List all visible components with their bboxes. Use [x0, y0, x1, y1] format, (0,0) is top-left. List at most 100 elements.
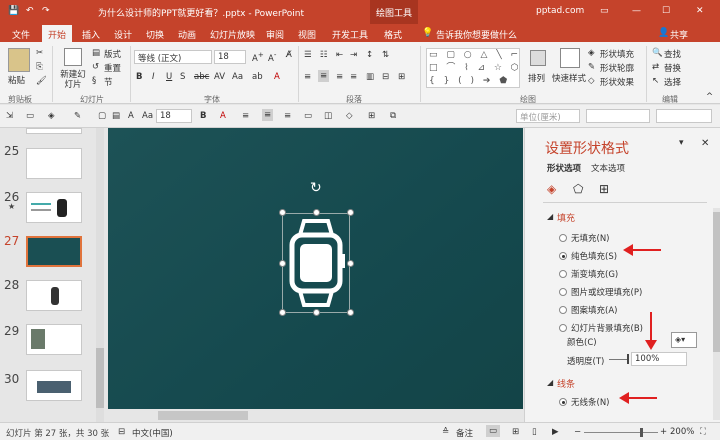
- spellcheck-icon[interactable]: ⊟: [118, 427, 125, 437]
- tab-animations[interactable]: 动画: [178, 28, 196, 41]
- maximize-button[interactable]: ☐: [662, 6, 670, 16]
- zoom-slider-thumb[interactable]: [640, 428, 643, 437]
- font-size-select[interactable]: 18: [214, 50, 246, 64]
- resize-handle[interactable]: [313, 209, 320, 216]
- minibar-effects-icon[interactable]: ◇: [346, 111, 353, 121]
- minibar-align-left-icon[interactable]: ≡: [242, 111, 249, 121]
- tab-review[interactable]: 审阅: [266, 28, 284, 41]
- share-button[interactable]: 共享: [670, 28, 688, 41]
- zoom-out-icon[interactable]: −: [574, 427, 581, 437]
- line-collapse-icon[interactable]: ◢: [547, 378, 553, 387]
- slide-canvas[interactable]: ↻: [108, 128, 523, 409]
- fill-bucket-icon[interactable]: ◈: [48, 111, 55, 121]
- tab-insert[interactable]: 插入: [82, 28, 100, 41]
- new-slide-icon[interactable]: [64, 48, 82, 66]
- smartart-icon[interactable]: ⊞: [398, 72, 405, 82]
- paste-icon[interactable]: [8, 48, 30, 72]
- ribbon-display-icon[interactable]: ▭: [600, 6, 609, 16]
- tab-slideshow[interactable]: 幻灯片放映: [210, 28, 255, 41]
- canvas-horizontal-scrollbar[interactable]: [108, 409, 523, 422]
- fill-section-header[interactable]: 填充: [557, 211, 575, 224]
- quick-styles-button[interactable]: 快速样式: [552, 72, 586, 84]
- radio-picture-fill[interactable]: [559, 288, 567, 296]
- transparency-slider-thumb[interactable]: [627, 354, 629, 364]
- radio-no-fill[interactable]: [559, 234, 567, 242]
- pane-close-button[interactable]: ✕: [701, 138, 709, 149]
- tab-file[interactable]: 文件: [12, 28, 30, 41]
- minibar-align-right-icon[interactable]: ≡: [284, 111, 291, 121]
- resize-handle[interactable]: [347, 309, 354, 316]
- tab-home[interactable]: 开始: [42, 25, 73, 42]
- option-solid-fill[interactable]: 纯色填充(S): [571, 250, 617, 262]
- save-icon[interactable]: 💾: [8, 6, 19, 16]
- option-no-line[interactable]: 无线条(N): [571, 396, 610, 408]
- font-label-icon[interactable]: Aa: [142, 111, 153, 121]
- zoom-in-icon[interactable]: +: [660, 427, 667, 437]
- resize-handle[interactable]: [313, 309, 320, 316]
- width-input[interactable]: 单位(厘米): [516, 109, 580, 123]
- transparency-slider[interactable]: [609, 359, 629, 360]
- tab-developer[interactable]: 开发工具: [332, 28, 368, 41]
- cut-icon[interactable]: ✂: [36, 48, 43, 58]
- char-spacing-icon[interactable]: AV: [214, 72, 225, 82]
- option-picture-fill[interactable]: 图片或纹理填充(P): [571, 286, 642, 298]
- fit-slide-icon[interactable]: ⛶: [700, 427, 706, 437]
- reading-view-icon[interactable]: ▯: [532, 427, 537, 437]
- canvas-scroll-thumb[interactable]: [158, 411, 248, 420]
- section-icon[interactable]: §: [92, 76, 96, 86]
- color-picker-button[interactable]: ◈▾: [671, 332, 697, 348]
- justify-icon[interactable]: ≡: [350, 72, 357, 82]
- minibar-bold-icon[interactable]: B: [200, 111, 206, 121]
- height-input[interactable]: [586, 109, 650, 123]
- thumbnail-scroll-thumb[interactable]: [96, 348, 104, 408]
- minibar-font-color-icon[interactable]: A: [220, 111, 226, 121]
- shape-fill-button[interactable]: 形状填充: [600, 48, 634, 60]
- minibar-align-center-icon[interactable]: ≡: [262, 109, 274, 121]
- copy-icon[interactable]: ⎘: [36, 62, 43, 72]
- minibar-font-size[interactable]: 18: [156, 109, 192, 123]
- shape-fill-icon[interactable]: ◈: [588, 48, 595, 58]
- find-icon[interactable]: 🔍: [652, 48, 663, 58]
- collapse-ribbon-icon[interactable]: ^: [706, 92, 713, 102]
- italic-icon[interactable]: I: [152, 72, 155, 82]
- align-center-icon[interactable]: ≡: [318, 70, 330, 82]
- resize-handle[interactable]: [279, 309, 286, 316]
- sorter-view-icon[interactable]: ⊞: [512, 427, 519, 437]
- slide-thumbnail-25[interactable]: [26, 148, 82, 179]
- radio-solid-fill-selected[interactable]: [559, 252, 567, 260]
- reset-button[interactable]: 重置: [104, 62, 121, 74]
- cursor-icon[interactable]: ⇲: [6, 111, 13, 121]
- tell-me-search[interactable]: 告诉我你想要做什么: [436, 28, 517, 41]
- replace-icon[interactable]: ⇄: [652, 62, 659, 72]
- notes-icon[interactable]: ≙: [442, 427, 449, 437]
- text-direction-icon[interactable]: ⇅: [382, 50, 389, 60]
- share-icon[interactable]: 👤: [658, 28, 669, 38]
- arrange-button[interactable]: 排列: [528, 72, 545, 84]
- quick-styles-icon[interactable]: [560, 48, 580, 68]
- increase-indent-icon[interactable]: ⇥: [350, 50, 357, 60]
- resize-handle[interactable]: [347, 260, 354, 267]
- shape-outline-button[interactable]: 形状轮廓: [600, 62, 634, 74]
- line-spacing-icon[interactable]: ↕: [366, 50, 373, 60]
- rotation-input[interactable]: [656, 109, 712, 123]
- highlight-icon[interactable]: ab: [252, 72, 263, 82]
- option-slide-background-fill[interactable]: 幻灯片背景填充(B): [571, 322, 643, 334]
- tab-transitions[interactable]: 切换: [146, 28, 164, 41]
- radio-gradient-fill[interactable]: [559, 270, 567, 278]
- bullets-icon[interactable]: ☰: [304, 50, 312, 60]
- zoom-slider[interactable]: [584, 432, 658, 433]
- shapes-gallery[interactable]: ▭ ▢ ○ △ ╲ ⌐ □ ⌒ ⌇ ⊿ ☆ ⬡{ } ( ) ➔ ⬟: [426, 48, 520, 88]
- arrange-small-icon[interactable]: ▤: [112, 111, 120, 121]
- slide-thumbnail-28[interactable]: [26, 280, 82, 311]
- section-button[interactable]: 节: [104, 76, 113, 88]
- close-button[interactable]: ✕: [696, 6, 704, 16]
- option-no-fill[interactable]: 无填充(N): [571, 232, 610, 244]
- fill-collapse-icon[interactable]: ◢: [547, 212, 553, 221]
- select-button[interactable]: 选择: [664, 76, 681, 88]
- redo-icon[interactable]: ↷: [42, 6, 50, 16]
- minibar-arrange-icon[interactable]: ⧉: [390, 111, 396, 121]
- minibar-shadow-icon[interactable]: ◫: [324, 111, 332, 121]
- line-section-header[interactable]: 线条: [557, 377, 575, 390]
- slide-thumbnail-30[interactable]: [26, 370, 82, 401]
- tab-shape-options[interactable]: 形状选项: [547, 162, 581, 174]
